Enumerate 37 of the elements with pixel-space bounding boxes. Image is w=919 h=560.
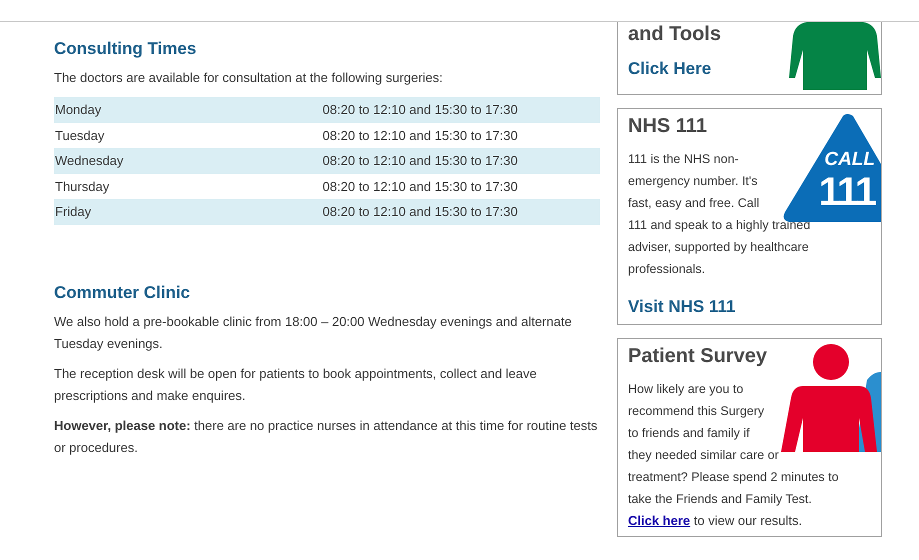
card-title: NHS 111 (628, 114, 708, 138)
call-111-badge: CALL 111 (781, 114, 881, 222)
card-title: and Tools (628, 22, 722, 46)
section-heading: Commuter Clinic (54, 282, 192, 304)
day-cell: Tuesday (54, 122, 322, 148)
hours-cell: 08:20 to 12:10 and 15:30 to 17:30 (322, 199, 600, 225)
text-line: treatment? Please spend 2 minutes to (628, 468, 839, 486)
card-title: Patient Survey (628, 344, 768, 368)
paragraph: We also hold a pre-bookable clinic from 18:00 – 20:00 Wednesday evenings and alternate Tuesday evenings. (54, 313, 573, 354)
day-cell: Wednesday (54, 148, 322, 174)
person-icon (781, 344, 881, 452)
section-heading: Consulting Times (54, 39, 198, 60)
hours-cell: 08:20 to 12:10 and 15:30 to 17:30 (322, 174, 600, 200)
day-cell: Monday (54, 97, 322, 123)
text-line: 111 is the NHS non- (628, 151, 739, 168)
hours-cell: 08:20 to 12:10 and 15:30 to 17:30 (322, 97, 600, 123)
day-cell: Friday (54, 199, 322, 225)
day-cell: Thursday (54, 174, 322, 200)
text-line: How likely are you to (628, 380, 744, 398)
text-line: adviser, supported by healthcare (628, 239, 809, 256)
card-link[interactable]: Visit NHS 111 (628, 297, 736, 316)
paragraph: The reception desk will be open for patients to book appointments, collect and leave prescriptions and make enquires. (54, 365, 538, 406)
paragraph: However, please note: there are no practice nurses in attendance at this time for routine tests or procedures. (54, 417, 598, 458)
text-line: recommend this Surgery (628, 402, 764, 420)
intro-text: The doctors are available for consultation at the following surgeries: (54, 69, 444, 88)
text-line: emergency number. It's (628, 173, 758, 190)
card-link[interactable]: Click Here (628, 59, 712, 78)
text-line: fast, easy and free. Call (628, 195, 760, 212)
results-link[interactable]: Click here (628, 512, 690, 528)
hours-cell: 08:20 to 12:10 and 15:30 to 17:30 (322, 148, 600, 174)
text-line: they needed similar care or (628, 446, 779, 464)
hours-cell: 08:20 to 12:10 and 15:30 to 17:30 (322, 122, 600, 148)
results-text: to view our results. (692, 512, 802, 528)
shirt-icon (789, 22, 881, 90)
text-line: take the Friends and Family Test. (628, 490, 812, 508)
text-line: to friends and family if (628, 424, 750, 442)
text-line: professionals. (628, 261, 706, 278)
